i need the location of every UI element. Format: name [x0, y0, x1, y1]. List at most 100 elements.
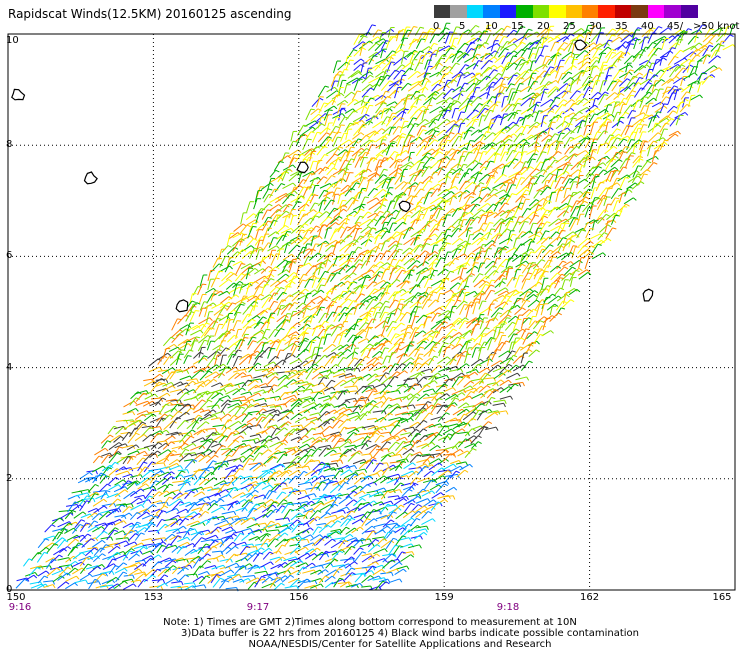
- wind-barb: [547, 159, 556, 170]
- wind-barb-flag: [669, 50, 674, 54]
- wind-barb: [302, 138, 309, 151]
- wind-barb: [546, 303, 556, 311]
- wind-barb-flag: [499, 265, 504, 268]
- wind-barb: [611, 36, 620, 43]
- wind-barb-flag: [511, 144, 516, 146]
- wind-barb: [569, 181, 574, 191]
- wind-barb: [478, 115, 483, 127]
- wind-barb-flag: [513, 43, 518, 47]
- wind-barb-flag: [569, 55, 574, 59]
- wind-barb-flag: [392, 140, 397, 143]
- wind-barb: [358, 300, 366, 310]
- wind-barb-flag: [382, 102, 387, 105]
- wind-barb: [550, 225, 560, 232]
- wind-barb-flag: [694, 72, 698, 76]
- wind-barb-flag: [386, 178, 391, 181]
- wind-barb: [606, 80, 614, 91]
- wind-barb-flag: [268, 266, 273, 269]
- wind-barb-flag: [586, 191, 591, 194]
- wind-barb-flag: [368, 238, 373, 243]
- wind-barb-flag: [419, 50, 425, 53]
- wind-barb-flag: [237, 320, 242, 322]
- wind-barb-flag: [487, 187, 491, 191]
- wind-barb-flag: [262, 260, 266, 264]
- wind-barb-flag: [530, 248, 535, 252]
- wind-barb-flag: [424, 250, 429, 254]
- wind-barb: [701, 75, 710, 85]
- wind-barb: [380, 269, 386, 280]
- wind-barb-flag: [441, 247, 446, 250]
- wind-barb: [234, 249, 243, 259]
- wind-barb: [654, 137, 664, 143]
- wind-barb-flag: [594, 104, 599, 108]
- wind-barb-flag: [729, 34, 734, 37]
- wind-barb: [325, 147, 338, 155]
- wind-barb-flag: [422, 31, 427, 34]
- wind-barb: [326, 167, 334, 176]
- wind-barb-flag: [709, 44, 714, 48]
- wind-barb-flag: [475, 298, 480, 300]
- wind-barb-flag: [239, 280, 244, 284]
- wind-barb: [274, 183, 282, 193]
- wind-barb-flag: [452, 328, 457, 332]
- wind-barb-flag: [592, 156, 596, 161]
- wind-barb-flag: [629, 64, 633, 68]
- wind-barb: [451, 135, 460, 148]
- wind-barb-flag: [449, 71, 454, 75]
- wind-barb: [529, 168, 537, 176]
- wind-barb-flag: [625, 111, 630, 115]
- wind-barb: [515, 186, 527, 196]
- wind-barb-flag: [383, 157, 388, 159]
- wind-barb-flag: [427, 81, 432, 83]
- wind-barb-flag: [410, 161, 414, 165]
- wind-barb-flag: [562, 260, 567, 264]
- wind-barb-flag: [362, 123, 367, 126]
- wind-barb-flag: [433, 42, 438, 46]
- wind-barb-flag: [311, 300, 316, 305]
- wind-barb-flag: [421, 38, 426, 41]
- wind-barb-flag: [560, 307, 566, 310]
- wind-barb-flag: [534, 175, 539, 178]
- wind-barb: [518, 61, 526, 72]
- wind-barb: [352, 132, 362, 140]
- wind-barb-flag: [513, 133, 518, 137]
- wind-barb-flag: [689, 64, 694, 68]
- wind-barb-flag: [268, 203, 273, 207]
- wind-barb: [540, 115, 545, 127]
- wind-barb-flag: [454, 257, 459, 261]
- wind-barb: [374, 216, 382, 227]
- wind-barb: [254, 229, 259, 241]
- wind-barb-flag: [460, 336, 466, 339]
- wind-barb: [339, 69, 345, 78]
- wind-barb-flag: [456, 172, 462, 175]
- wind-barb-flag: [640, 181, 645, 185]
- wind-barb-flag: [285, 210, 290, 214]
- wind-barb-flag: [397, 265, 402, 268]
- wind-barb-flag: [365, 276, 370, 279]
- wind-barb-flag: [657, 111, 662, 113]
- wind-barb-flag: [558, 236, 563, 240]
- wind-barb: [326, 86, 335, 93]
- wind-barb-flag: [384, 337, 389, 341]
- wind-barb: [401, 82, 409, 91]
- wind-barb-flag: [507, 299, 512, 303]
- wind-barb-flag: [588, 76, 593, 79]
- wind-barb: [282, 253, 292, 261]
- wind-barb-flag: [539, 320, 545, 323]
- wind-barb: [605, 158, 613, 171]
- wind-barb-flag: [339, 146, 344, 149]
- wind-barb: [315, 160, 319, 170]
- wind-barb-flag: [235, 294, 240, 298]
- wind-barb-flag: [616, 182, 621, 186]
- wind-barb: [540, 158, 546, 171]
- wind-barb-flag: [401, 69, 406, 73]
- wind-barb: [722, 34, 731, 44]
- wind-barb-flag: [576, 288, 581, 293]
- wind-barb: [331, 285, 336, 295]
- wind-barb-flag: [274, 292, 279, 295]
- wind-barb-flag: [618, 80, 623, 83]
- wind-barb: [310, 235, 314, 247]
- wind-barb-flag: [532, 53, 537, 55]
- wind-barb-flag: [451, 225, 456, 229]
- wind-barb-flag: [476, 342, 482, 346]
